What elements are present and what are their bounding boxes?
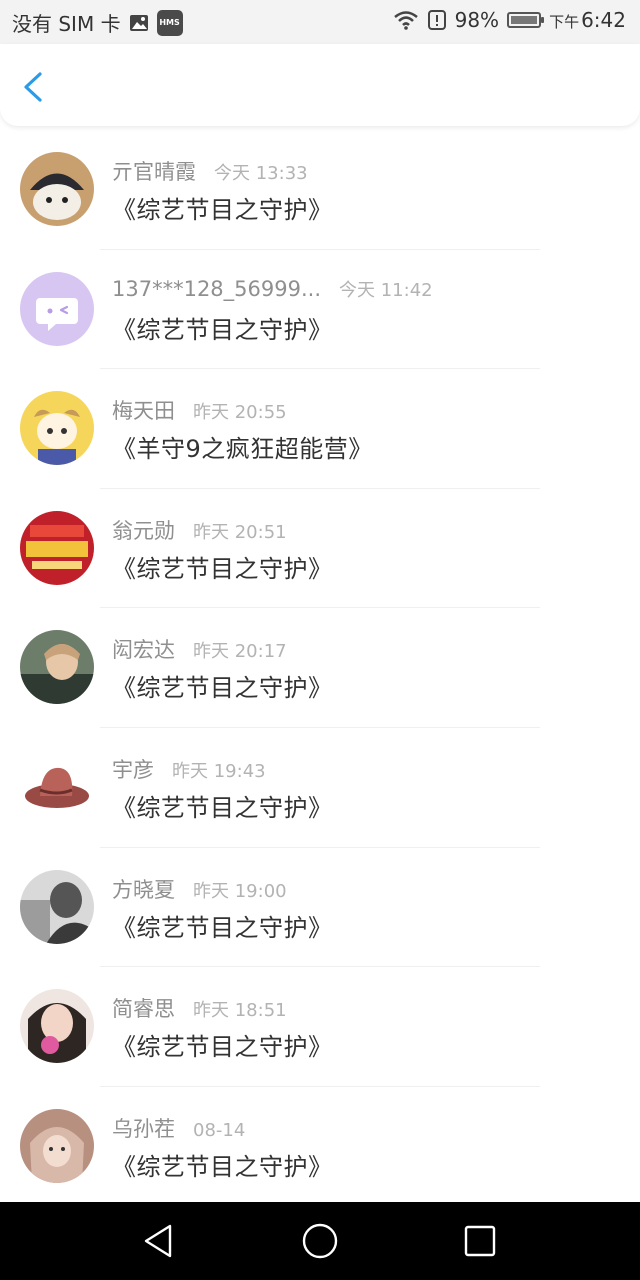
hms-badge-icon: HMS bbox=[156, 9, 183, 36]
status-bar: 没有 SIM 卡 HMS 98% 下午 6:42 bbox=[0, 0, 640, 44]
list-item[interactable]: 亓官晴霞 今天 13:33 《综艺节目之守护》 bbox=[0, 130, 640, 250]
list-item[interactable]: 梅天田 昨天 20:55 《羊守9之疯狂超能营》 bbox=[0, 369, 640, 489]
message-time: 今天 13:33 bbox=[214, 163, 308, 184]
circle-home-icon[interactable] bbox=[301, 1222, 339, 1260]
list-item[interactable]: 简睿思 昨天 18:51 《综艺节目之守护》 bbox=[0, 967, 640, 1087]
avatar[interactable] bbox=[20, 630, 94, 705]
message-time: 今天 11:42 bbox=[339, 279, 433, 301]
message-time: 昨天 20:17 bbox=[193, 641, 287, 663]
user-name: 宇彦 bbox=[112, 757, 154, 782]
message-time: 昨天 19:00 bbox=[193, 880, 287, 902]
triangle-back-icon[interactable] bbox=[140, 1222, 178, 1260]
user-name: 方晓夏 bbox=[112, 877, 175, 902]
header-bar bbox=[0, 44, 640, 126]
navigation-bar bbox=[0, 1202, 640, 1280]
avatar[interactable] bbox=[20, 271, 94, 346]
alert-icon bbox=[427, 10, 446, 30]
list-item[interactable]: 闳宏达 昨天 20:17 《综艺节目之守护》 bbox=[0, 608, 640, 728]
avatar[interactable] bbox=[20, 510, 94, 585]
message-title: 《综艺节目之守护》 bbox=[112, 793, 333, 822]
avatar[interactable] bbox=[20, 989, 94, 1064]
carrier-text: 没有 SIM 卡 bbox=[12, 12, 121, 36]
chevron-left-icon[interactable] bbox=[18, 68, 52, 106]
user-name: 亓官晴霞 bbox=[112, 160, 196, 184]
message-title: 《综艺节目之守护》 bbox=[112, 554, 333, 583]
message-title: 《羊守9之疯狂超能营》 bbox=[112, 435, 373, 464]
message-title: 《综艺节目之守护》 bbox=[112, 196, 333, 224]
avatar[interactable] bbox=[20, 869, 94, 944]
list-item[interactable]: 137***128_56999... 今天 11:42 《综艺节目之守护》 bbox=[0, 250, 640, 370]
avatar[interactable] bbox=[20, 1108, 94, 1183]
battery-percent: 98% bbox=[454, 8, 500, 32]
message-time: 昨天 19:43 bbox=[172, 760, 266, 782]
message-title: 《综艺节目之守护》 bbox=[112, 315, 333, 344]
list-item[interactable]: 宇彦 昨天 19:43 《综艺节目之守护》 bbox=[0, 728, 640, 848]
user-name: 梅天田 bbox=[112, 399, 175, 424]
user-name: 乌孙茬 bbox=[112, 1116, 175, 1141]
avatar[interactable] bbox=[20, 391, 94, 466]
message-title: 《综艺节目之守护》 bbox=[112, 1152, 333, 1181]
user-name: 翁元勋 bbox=[112, 518, 175, 543]
wifi-icon bbox=[393, 11, 418, 30]
user-name: 137***128_56999... bbox=[112, 276, 321, 301]
message-title: 《综艺节目之守护》 bbox=[112, 913, 333, 942]
list-item[interactable]: 乌孙茬 08-14 《综艺节目之守护》 bbox=[0, 1087, 640, 1207]
clock: 下午 6:42 bbox=[549, 8, 626, 32]
square-recents-icon[interactable] bbox=[461, 1222, 499, 1260]
battery-icon bbox=[507, 12, 545, 28]
message-time: 昨天 20:51 bbox=[193, 521, 287, 543]
avatar[interactable] bbox=[20, 749, 94, 824]
message-list: 亓官晴霞 今天 13:33 《综艺节目之守护》 137***128_56999.… bbox=[0, 130, 640, 1206]
list-item[interactable]: 方晓夏 昨天 19:00 《综艺节目之守护》 bbox=[0, 848, 640, 968]
user-name: 闳宏达 bbox=[112, 638, 175, 663]
message-time: 昨天 20:55 bbox=[193, 402, 287, 424]
user-name: 简睿思 bbox=[112, 997, 175, 1022]
message-time: 昨天 18:51 bbox=[193, 1000, 287, 1022]
message-title: 《综艺节目之守护》 bbox=[112, 1033, 333, 1062]
avatar[interactable] bbox=[20, 152, 94, 226]
message-time: 08-14 bbox=[193, 1119, 246, 1141]
list-item[interactable]: 翁元勋 昨天 20:51 《综艺节目之守护》 bbox=[0, 489, 640, 609]
message-title: 《综艺节目之守护》 bbox=[112, 674, 333, 703]
image-notification-icon bbox=[129, 14, 148, 31]
